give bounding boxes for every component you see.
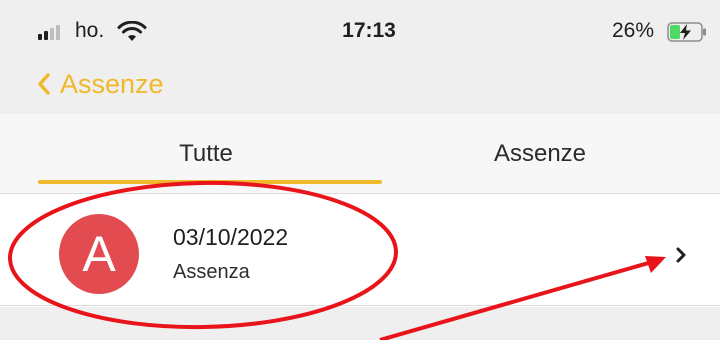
chevron-left-icon: [38, 73, 50, 95]
back-label: Assenze: [60, 68, 164, 99]
battery-charging-icon: [667, 22, 706, 42]
list-item-partial: [0, 307, 720, 340]
selected-tab-indicator: [38, 180, 382, 184]
absence-type: Assenza: [173, 261, 250, 283]
back-button[interactable]: Assenze: [36, 64, 164, 104]
status-bar: ho. 17:13 26%: [0, 0, 720, 62]
battery-percent: 26%: [612, 19, 655, 42]
list-item[interactable]: A 03/10/2022 Assenza: [0, 194, 720, 306]
chevron-right-icon[interactable]: [675, 246, 687, 264]
absence-date: 03/10/2022: [173, 224, 289, 250]
navigation-bar: Assenze: [0, 62, 720, 114]
avatar: A: [59, 214, 139, 294]
tab-absences[interactable]: Assenze: [360, 114, 720, 194]
